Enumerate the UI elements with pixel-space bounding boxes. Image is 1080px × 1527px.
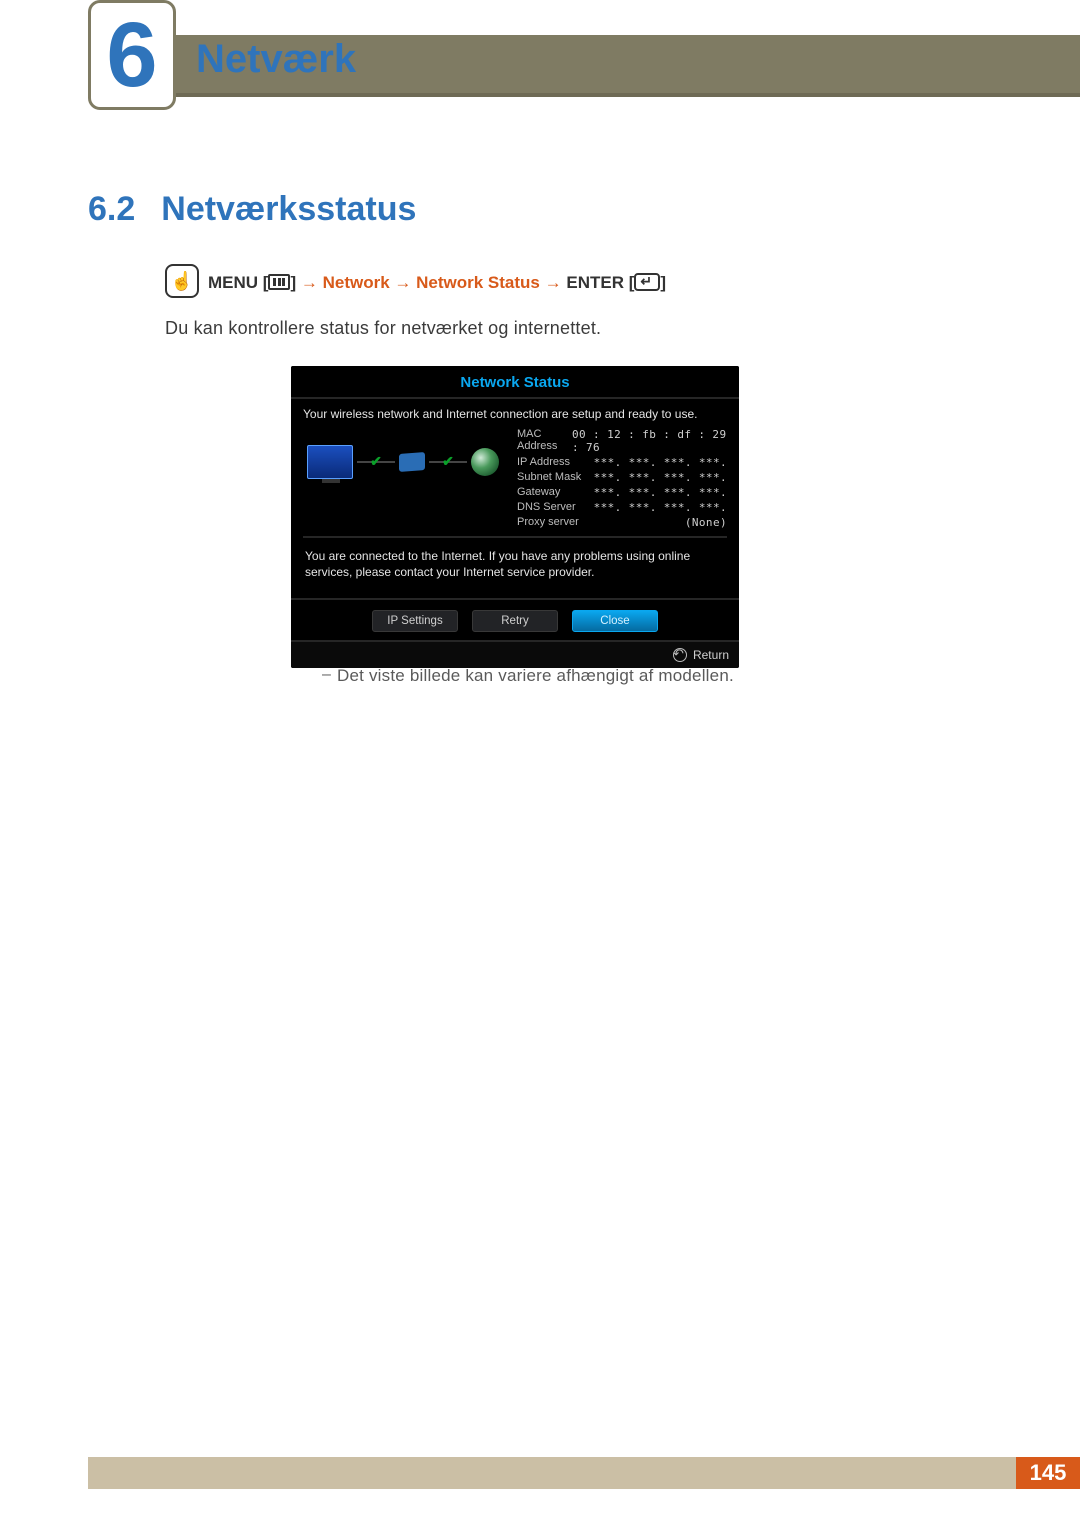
return-label[interactable]: Return	[693, 648, 729, 662]
enter-icon	[634, 273, 660, 291]
hand-icon: ☝	[165, 264, 199, 298]
connection-diagram: ✔ ✔	[303, 427, 503, 497]
chapter-title: Netværk	[196, 37, 356, 82]
field-row: MAC Address00 : 12 : fb : df : 29 : 76	[517, 427, 727, 455]
field-label: Proxy server	[517, 516, 579, 529]
menu-label: MENU	[208, 273, 258, 292]
panel-message: You are connected to the Internet. If yo…	[303, 548, 727, 592]
panel-title: Network Status	[460, 374, 569, 391]
check-icon: ✔	[442, 453, 454, 470]
panel-title-bar: Network Status	[291, 366, 739, 399]
arrow-icon: →	[301, 273, 318, 292]
chapter-number: 6	[106, 9, 157, 101]
panel-body: Your wireless network and Internet conne…	[291, 399, 739, 598]
globe-icon	[471, 448, 499, 476]
nav-status-text: Network Status	[416, 273, 540, 292]
link-line-1: ✔	[357, 461, 395, 463]
field-value: ***. ***. ***. ***.	[594, 471, 727, 484]
menu-path: MENU [] → Network → Network Status → ENT…	[208, 270, 666, 293]
retry-button[interactable]: Retry	[472, 610, 558, 632]
field-row: Proxy server (None)	[517, 515, 727, 530]
panel-mid: ✔ ✔ MAC Address00 : 12 : fb : df : 29 : …	[303, 427, 727, 530]
field-value: (None)	[685, 516, 727, 529]
arrow-2: →	[394, 273, 411, 292]
close-button[interactable]: Close	[572, 610, 658, 632]
router-icon	[399, 452, 425, 472]
close-bracket: ]	[290, 273, 300, 292]
section-number: 6.2	[88, 190, 135, 229]
document-page: 6 Netværk 6.2 Netværksstatus ☝ MENU [] →…	[0, 0, 1080, 1527]
field-label: Gateway	[517, 486, 560, 499]
chapter-badge: 6	[88, 0, 176, 110]
field-label: IP Address	[517, 456, 570, 469]
field-label: MAC Address	[517, 428, 572, 454]
page-number: 145	[1016, 1457, 1080, 1489]
note-dash: –	[322, 666, 331, 684]
link-line-2: ✔	[429, 461, 467, 463]
check-icon: ✔	[370, 453, 382, 470]
field-row: IP Address ***. ***. ***. ***.	[517, 455, 727, 470]
panel-status-line: Your wireless network and Internet conne…	[303, 407, 727, 421]
network-status-panel: Network Status Your wireless network and…	[291, 366, 739, 668]
field-value: ***. ***. ***. ***.	[594, 456, 727, 469]
footer-left	[88, 1457, 1016, 1489]
enter-label-text: ENTER	[566, 273, 624, 292]
footer-bar: 145	[88, 1457, 1080, 1489]
panel-button-row: IP Settings Retry Close	[291, 600, 739, 640]
field-row: DNS Server ***. ***. ***. ***.	[517, 500, 727, 515]
field-row: Subnet Mask ***. ***. ***. ***.	[517, 470, 727, 485]
return-row: Return	[291, 640, 739, 668]
field-label: Subnet Mask	[517, 471, 581, 484]
section-heading: 6.2 Netværksstatus	[88, 190, 416, 229]
network-fields: MAC Address00 : 12 : fb : df : 29 : 76 I…	[517, 427, 727, 530]
note-text: Det viste billede kan variere afhængigt …	[337, 666, 734, 686]
nav-network-text: Network	[323, 273, 390, 292]
field-label: DNS Server	[517, 501, 576, 514]
tv-icon	[307, 445, 353, 479]
field-row: Gateway ***. ***. ***. ***.	[517, 485, 727, 500]
field-value: 00 : 12 : fb : df : 29 : 76	[572, 428, 727, 454]
menu-icon	[268, 274, 290, 290]
intro-text: Du kan kontrollere status for netværket …	[165, 318, 601, 339]
panel-separator	[303, 536, 727, 538]
section-title: Netværksstatus	[161, 190, 416, 229]
arrow-3: →	[545, 273, 562, 292]
field-value: ***. ***. ***. ***.	[594, 486, 727, 499]
ip-settings-button[interactable]: IP Settings	[372, 610, 458, 632]
return-icon	[673, 648, 687, 662]
field-value: ***. ***. ***. ***.	[594, 501, 727, 514]
close-bracket-2: ]	[660, 273, 666, 292]
